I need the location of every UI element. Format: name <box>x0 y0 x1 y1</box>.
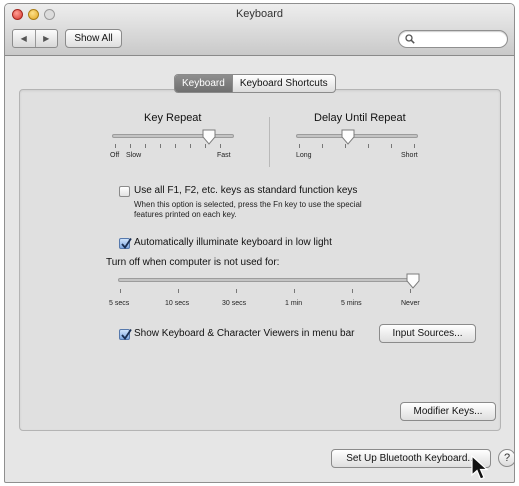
key-repeat-off-label: Off <box>110 152 120 159</box>
search-input[interactable] <box>417 32 503 46</box>
function-keys-help-line-1: When this option is selected, press the … <box>134 200 362 209</box>
divider <box>269 117 270 167</box>
delay-long-label: Long <box>296 152 312 159</box>
tick-label-30-secs: 30 secs <box>222 300 247 307</box>
function-keys-help-line-2: features printed on each key. <box>134 210 237 219</box>
tab-bar: Keyboard Keyboard Shortcuts <box>174 74 336 93</box>
delay-short-label: Short <box>401 152 418 159</box>
key-repeat-fast-label: Fast <box>217 152 231 159</box>
delay-slider-track[interactable] <box>296 134 418 138</box>
illumination-timeout-ticks <box>120 289 420 294</box>
key-repeat-title: Key Repeat <box>144 112 202 124</box>
help-button[interactable]: ? <box>498 449 514 467</box>
tick-label-1-min: 1 min <box>285 300 303 307</box>
back-forward-control: ◀ ▶ <box>12 29 58 48</box>
tick-label-5-mins: 5 mins <box>341 300 362 307</box>
input-sources-button[interactable]: Input Sources... <box>379 324 476 343</box>
checkmark-icon <box>121 238 132 249</box>
search-field[interactable] <box>398 30 508 48</box>
function-keys-checkbox[interactable] <box>119 186 130 197</box>
window-title: Keyboard <box>235 8 284 20</box>
function-keys-label: Use all F1, F2, etc. keys as standard fu… <box>134 185 358 196</box>
illuminate-label: Automatically illuminate keyboard in low… <box>134 237 332 248</box>
viewers-label: Show Keyboard & Character Viewers in men… <box>134 328 355 339</box>
tab-keyboard[interactable]: Keyboard <box>175 75 232 92</box>
forward-arrow-icon[interactable]: ▶ <box>34 30 58 47</box>
set-up-bluetooth-keyboard-button[interactable]: Set Up Bluetooth Keyboard... <box>331 449 491 468</box>
tick-label-never: Never <box>401 300 420 307</box>
delay-ticks <box>299 144 415 149</box>
tick-label-5-secs: 5 secs <box>109 300 130 307</box>
checkmark-icon <box>121 329 132 340</box>
modifier-keys-button[interactable]: Modifier Keys... <box>400 402 496 421</box>
title-bar: Keyboard ◀ ▶ Show All <box>5 4 514 56</box>
illumination-timeout-slider-track[interactable] <box>118 278 418 282</box>
mouse-pointer-icon <box>471 455 489 480</box>
illumination-timeout-slider-knob[interactable] <box>405 273 421 289</box>
delay-slider-knob[interactable] <box>340 129 356 145</box>
search-icon <box>405 34 415 44</box>
viewers-checkbox[interactable] <box>119 329 132 340</box>
key-repeat-slider-knob[interactable] <box>201 129 217 145</box>
illuminate-checkbox[interactable] <box>119 238 132 249</box>
show-all-button[interactable]: Show All <box>65 29 122 48</box>
key-repeat-slow-label: Slow <box>126 152 142 159</box>
keyboard-preferences-window: Keyboard ◀ ▶ Show All Keyboard Keyboard … <box>4 3 515 483</box>
back-arrow-icon[interactable]: ◀ <box>13 30 35 47</box>
turn-off-label: Turn off when computer is not used for: <box>106 257 280 268</box>
delay-until-repeat-title: Delay Until Repeat <box>314 112 406 124</box>
tick-label-10-secs: 10 secs <box>165 300 190 307</box>
tab-keyboard-shortcuts[interactable]: Keyboard Shortcuts <box>231 75 335 92</box>
